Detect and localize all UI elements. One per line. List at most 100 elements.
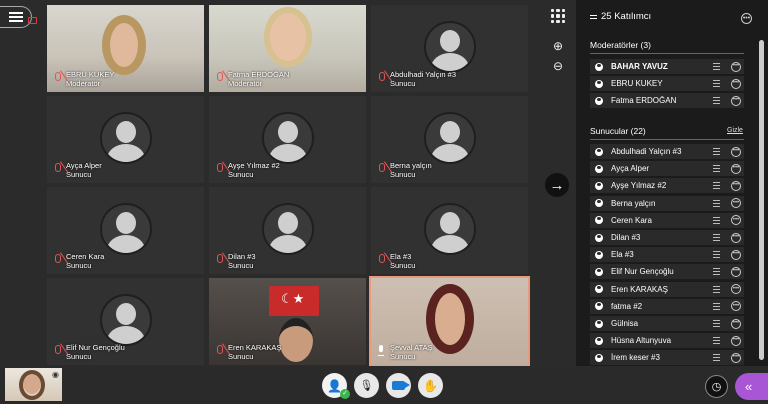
list-icon[interactable] [713, 63, 720, 70]
row-options-button[interactable]: ••• [731, 301, 741, 312]
list-icon[interactable] [713, 337, 720, 345]
avatar-placeholder [423, 112, 476, 164]
row-options-button[interactable]: ••• [731, 249, 741, 260]
participant-row[interactable]: Abdulhadi Yalçın #3 ••• [590, 144, 744, 159]
participant-row[interactable]: Ayşe Yılmaz #2 ••• [590, 178, 744, 194]
list-icon[interactable] [713, 234, 720, 241]
list-icon[interactable] [713, 251, 720, 259]
participant-row-name: Ceren Kara [611, 215, 652, 225]
zoom-in-button[interactable]: ⊕ [546, 36, 570, 56]
participant-row[interactable]: BAHAR YAVUZ ••• [590, 59, 744, 74]
hamburger-icon [8, 12, 23, 22]
list-icon[interactable] [713, 268, 720, 276]
next-page-button[interactable]: → [545, 173, 569, 197]
participant-row[interactable]: Fatma ERDOĞAN ••• [590, 93, 744, 109]
list-icon[interactable] [713, 354, 720, 362]
video-tile[interactable]: Ela #3 Sunucu [371, 187, 528, 274]
participant-row-name: BAHAR YAVUZ [611, 62, 668, 71]
grid-view-button[interactable] [546, 6, 570, 26]
user-icon [595, 79, 603, 88]
video-tile[interactable]: Dilan #3 Sunucu [209, 187, 366, 274]
participant-row-name: İrem keser #3 [611, 353, 660, 363]
timer-icon: ◷ [711, 381, 722, 393]
user-icon [595, 302, 603, 311]
mic-on-icon [378, 345, 385, 358]
participant-row[interactable]: Dilan #3 ••• [590, 230, 744, 245]
row-options-button[interactable]: ••• [731, 215, 741, 226]
list-icon[interactable] [713, 148, 720, 155]
row-options-button[interactable]: ••• [731, 284, 741, 295]
zoom-out-button[interactable]: ⊖ [546, 56, 570, 76]
row-options-button[interactable]: ••• [731, 78, 741, 89]
participant-row[interactable]: fatma #2 ••• [590, 298, 744, 314]
video-tile[interactable]: Berna yalçın Sunucu [371, 96, 528, 183]
row-options-button[interactable]: ••• [731, 163, 741, 174]
user-icon [595, 267, 603, 276]
video-tile[interactable]: Eren KARAKAŞSunucu [209, 278, 366, 365]
mic-toggle-button[interactable]: 🎙 [354, 373, 379, 398]
camera-toggle-button[interactable] [386, 373, 411, 398]
row-options-button[interactable]: ••• [731, 95, 741, 106]
list-icon[interactable] [713, 97, 720, 105]
row-options-button[interactable]: ••• [731, 61, 741, 72]
video-tile[interactable]: Ayşe Yılmaz #2 Sunucu [209, 96, 366, 183]
participant-row[interactable]: Gülnisa ••• [590, 316, 744, 331]
participant-row-name: Ayça Alper [611, 164, 650, 174]
row-options-button[interactable]: ••• [731, 198, 741, 209]
mic-off-icon [216, 345, 223, 358]
self-view[interactable]: ◉ [5, 368, 62, 401]
hide-link[interactable]: Gizle [727, 127, 743, 134]
list-icon[interactable] [713, 165, 720, 173]
video-tile[interactable]: Ayça Alper Sunucu [47, 96, 204, 183]
avatar-placeholder [99, 203, 152, 255]
participant-row[interactable]: İrem keser #3 ••• [590, 350, 744, 366]
collapse-panel-button[interactable]: « [735, 373, 768, 400]
row-options-button[interactable]: ••• [731, 352, 741, 363]
list-icon[interactable] [713, 285, 720, 293]
list-icon[interactable] [713, 216, 720, 224]
participant-name: Abdulhadi Yalçın #3 [390, 70, 457, 79]
list-icon[interactable] [713, 320, 720, 327]
video-tile[interactable]: EBRU KUKEY Moderatör [47, 5, 204, 92]
participant-row-name: Ela #3 [611, 250, 634, 260]
list-icon[interactable] [713, 80, 720, 88]
list-icon[interactable] [713, 182, 720, 190]
list-icon[interactable] [713, 302, 720, 310]
moderators-title: Moderatörler (3) [590, 40, 651, 50]
video-tile[interactable]: Elif Nur Gençoğlu Sunucu [47, 278, 204, 365]
mic-off-icon [54, 72, 61, 85]
user-icon [595, 199, 603, 208]
video-tile[interactable]: Ceren Kara Sunucu [47, 187, 204, 274]
row-options-button[interactable]: ••• [731, 318, 741, 329]
tile-label: Ayşe Yılmaz #2 Sunucu [216, 161, 280, 179]
camera-icon [392, 381, 410, 390]
participant-row[interactable]: EBRU KUKEY ••• [590, 76, 744, 92]
participant-role: Sunucu [390, 79, 416, 88]
participant-row-name: Fatma ERDOĞAN [611, 96, 677, 106]
row-options-button[interactable]: ••• [731, 232, 741, 243]
participant-row[interactable]: Eren KARAKAŞ ••• [590, 281, 744, 297]
video-tile[interactable]: Fatma ERDOĞAN Moderatör [209, 5, 366, 92]
participant-row[interactable]: Hüsna Altunyuva ••• [590, 333, 744, 349]
video-tile[interactable]: Şevval ATAŞ Sunucu [369, 276, 530, 367]
user-icon [595, 250, 603, 259]
participant-row[interactable]: Ela #3 ••• [590, 247, 744, 263]
list-icon[interactable] [713, 199, 720, 207]
participant-row[interactable]: Elif Nur Gençoğlu ••• [590, 264, 744, 280]
row-options-button[interactable]: ••• [731, 335, 741, 346]
participant-row[interactable]: Ceren Kara ••• [590, 212, 744, 228]
video-tile[interactable]: Abdulhadi Yalçın #3 Sunucu [371, 5, 528, 92]
raise-hand-button[interactable]: ✋ [418, 373, 443, 398]
row-options-button[interactable]: ••• [731, 266, 741, 277]
panel-options-button[interactable]: ••• [741, 13, 752, 24]
avatar-placeholder [423, 21, 476, 73]
tile-label: Eren KARAKAŞ Sunucu [216, 343, 281, 361]
row-options-button[interactable]: ••• [731, 146, 741, 157]
timer-button[interactable]: ◷ [705, 375, 728, 398]
participant-row[interactable]: Berna yalçın ••• [590, 195, 744, 211]
participant-row[interactable]: Ayça Alper ••• [590, 161, 744, 177]
row-options-button[interactable]: ••• [731, 180, 741, 191]
panel-scrollbar[interactable] [759, 40, 764, 360]
participant-row-name: Ayşe Yılmaz #2 [611, 181, 667, 191]
self-hair [19, 370, 45, 400]
